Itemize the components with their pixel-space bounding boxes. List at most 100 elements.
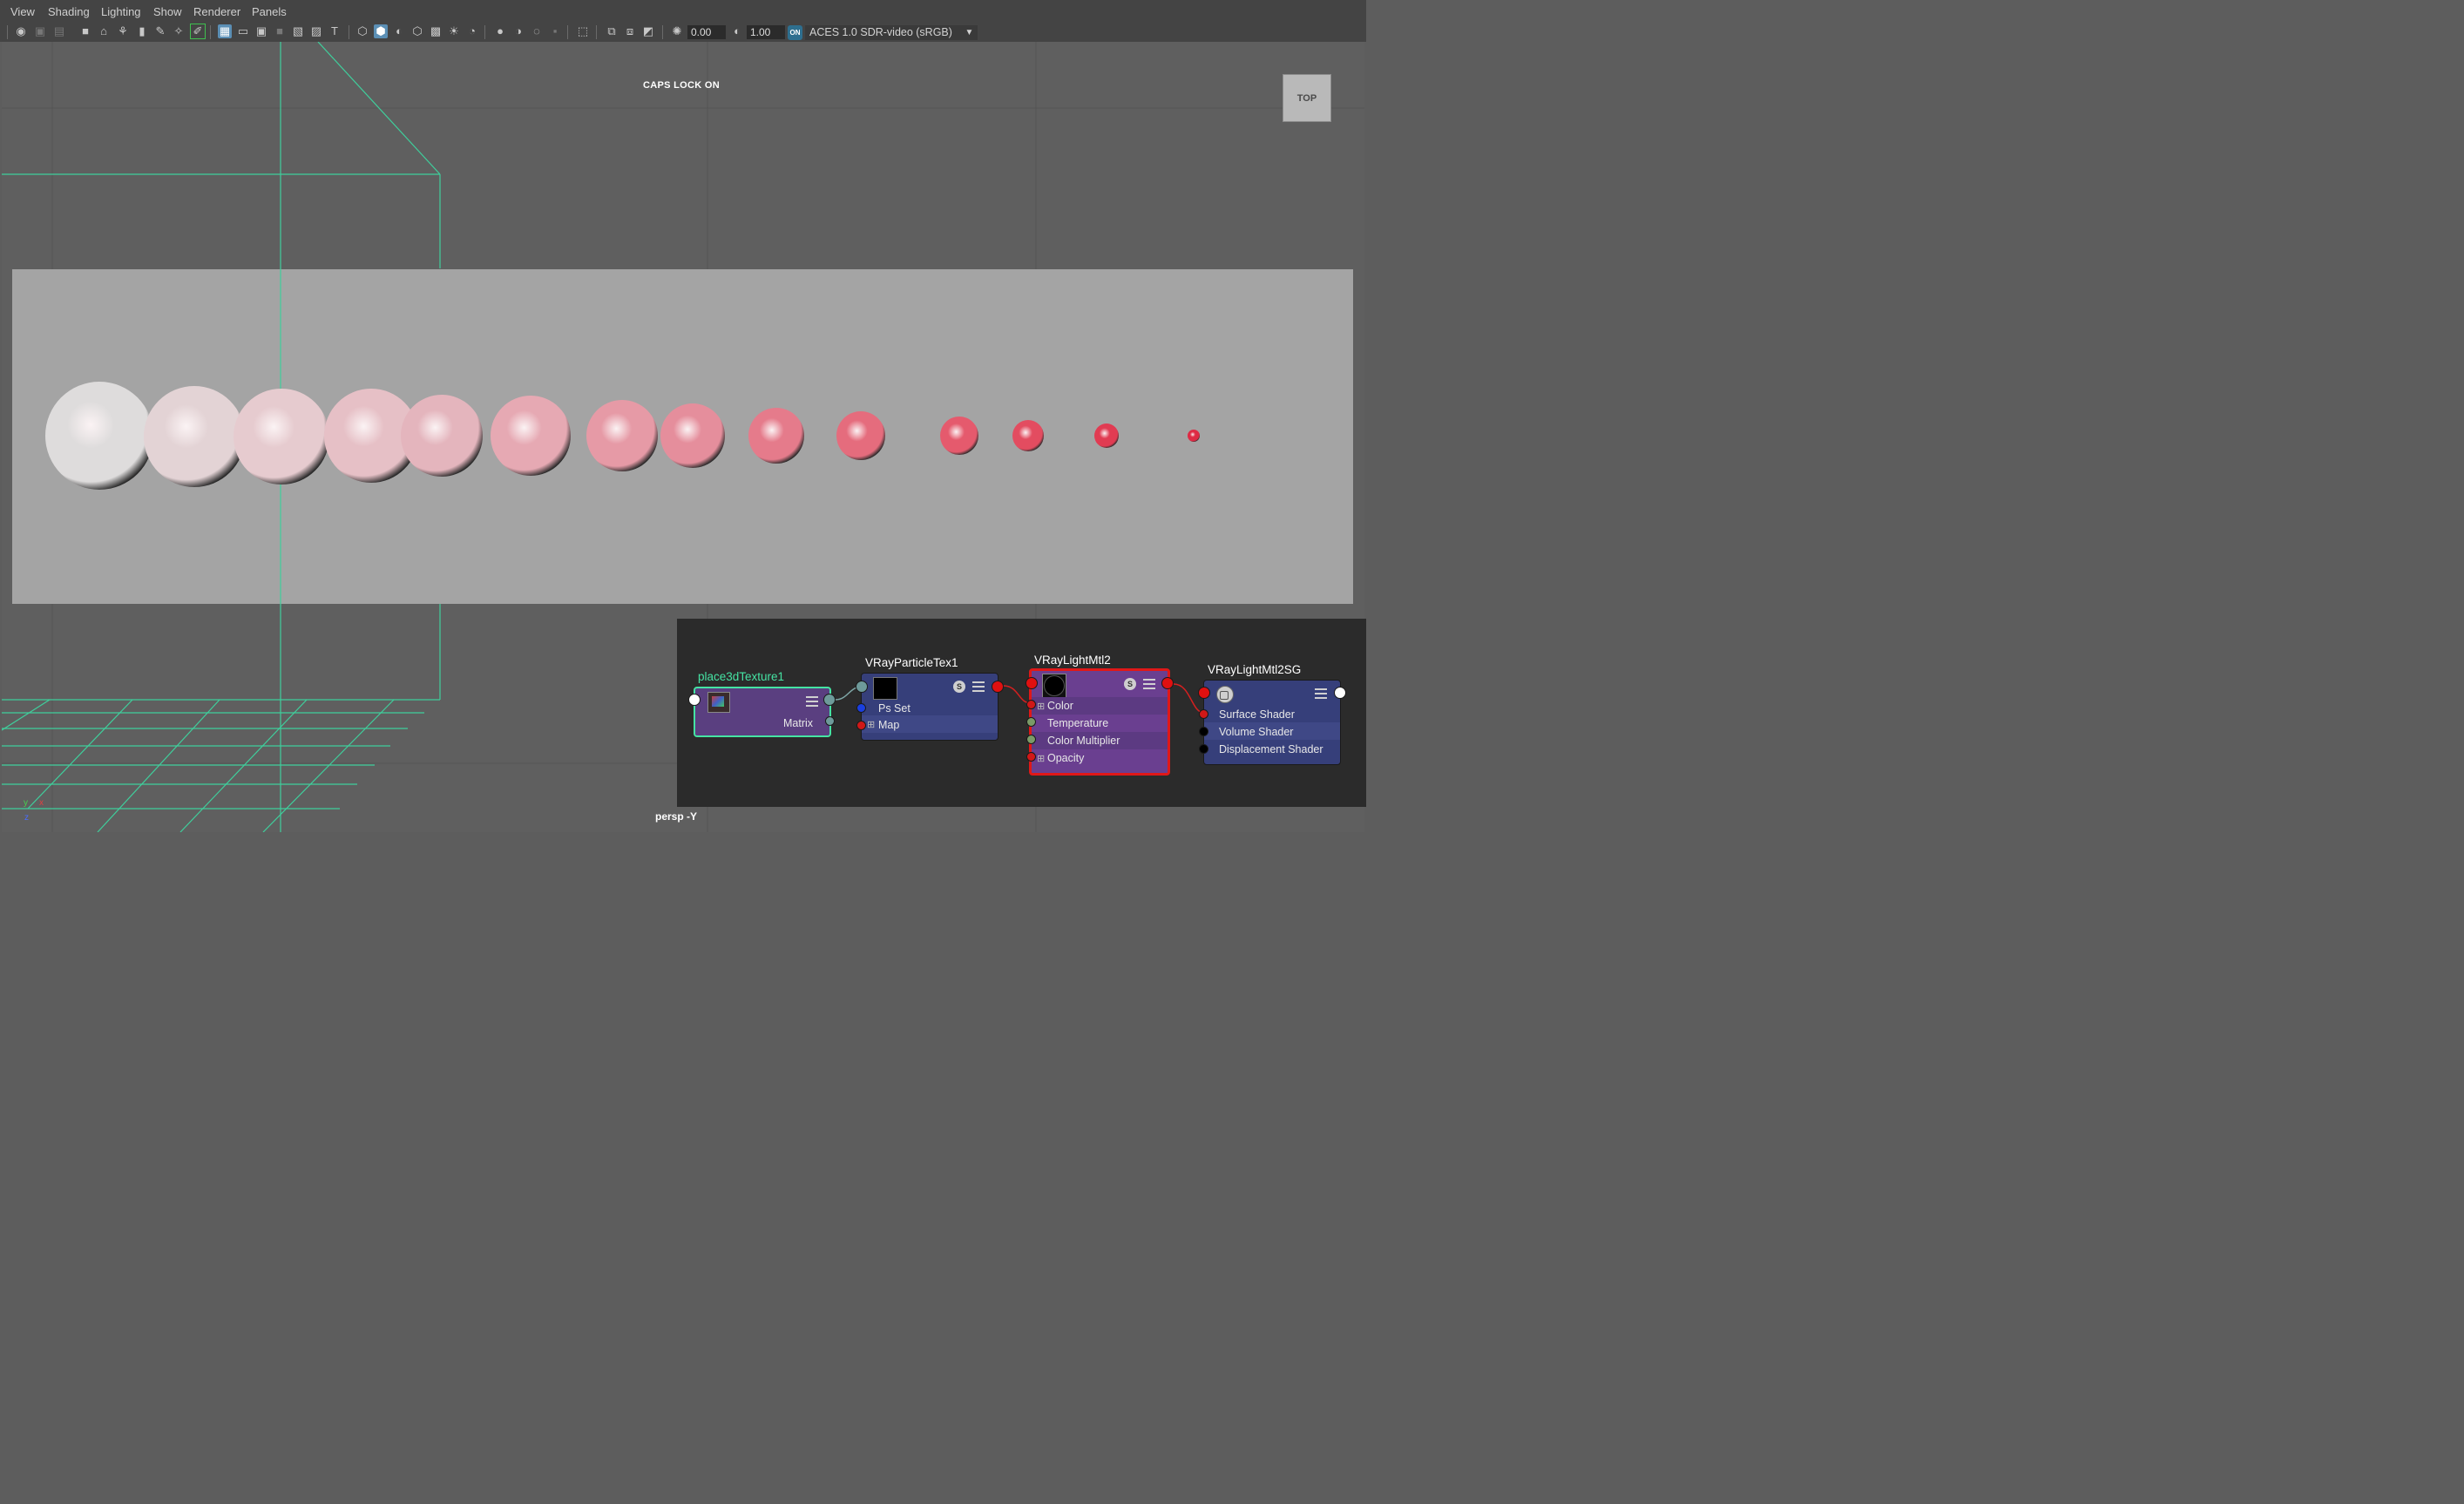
expand-icon[interactable]: ⊞ <box>1037 701 1045 712</box>
output-port[interactable] <box>1161 677 1174 689</box>
toolbar-separator <box>7 25 8 39</box>
shadows-icon[interactable]: ◔ <box>465 24 479 38</box>
swatch-toggle-icon[interactable]: S <box>953 681 965 693</box>
field-chart-icon[interactable]: ▧ <box>291 24 305 38</box>
film-gate-icon[interactable]: ▭ <box>236 24 250 38</box>
node-menu-icon[interactable] <box>806 696 818 707</box>
lock-camera-icon[interactable]: ▣ <box>33 24 47 38</box>
sphere[interactable] <box>748 408 804 464</box>
output-port[interactable] <box>992 681 1004 693</box>
color-port[interactable] <box>1026 700 1036 709</box>
paint-icon[interactable]: ✐ <box>190 24 206 39</box>
place3d-texture-icon <box>707 692 730 713</box>
gate-mask-icon[interactable]: ■ <box>273 24 287 38</box>
sphere[interactable] <box>660 403 725 468</box>
isolate-icon[interactable]: ⬚ <box>576 24 590 38</box>
ps-set-port[interactable] <box>856 703 866 713</box>
camera-track-icon[interactable]: ⚘ <box>116 24 130 38</box>
menu-view[interactable]: View <box>10 5 35 18</box>
smooth-shade-icon[interactable]: ⬢ <box>374 24 388 38</box>
expand-icon[interactable]: ⊞ <box>1037 753 1045 764</box>
surface-shader-port[interactable] <box>1199 709 1208 719</box>
node-editor-panel[interactable]: place3dTexture1 Matrix VRayParticleTex1 … <box>677 619 1366 807</box>
node-menu-icon[interactable] <box>1143 679 1155 689</box>
axis-y-label: y <box>24 798 28 808</box>
node-title-vraylightmtl: VRayLightMtl2 <box>1034 654 1111 667</box>
input-port[interactable] <box>1026 677 1038 689</box>
sphere[interactable] <box>401 395 483 477</box>
camera-attributes-icon[interactable]: ■ <box>78 24 92 38</box>
node-menu-icon[interactable] <box>972 681 985 692</box>
snap-icon[interactable]: ✧ <box>172 24 186 38</box>
resolution-gate-icon[interactable]: ▣ <box>254 24 268 38</box>
gamma-icon[interactable]: ◐ <box>730 24 744 38</box>
bookmarks-icon[interactable]: ▤ <box>52 24 66 38</box>
menu-renderer[interactable]: Renderer <box>193 5 240 18</box>
input-port[interactable] <box>688 694 701 706</box>
matrix-output-port[interactable] <box>825 716 835 726</box>
sphere[interactable] <box>1094 423 1119 448</box>
sphere[interactable] <box>45 382 153 490</box>
volume-shader-port[interactable] <box>1199 727 1208 736</box>
grease-pencil-icon[interactable]: ✎ <box>153 24 167 38</box>
safe-title-icon[interactable]: T <box>328 24 342 38</box>
temperature-port[interactable] <box>1026 717 1036 727</box>
depth-of-field-icon[interactable]: ▪ <box>548 24 562 38</box>
attr-opacity: Opacity <box>1047 752 1085 764</box>
exposure-field[interactable]: 0.00 <box>687 25 726 39</box>
sphere[interactable] <box>144 386 245 487</box>
node-title-shading-group: VRayLightMtl2SG <box>1208 663 1302 676</box>
menu-panels[interactable]: Panels <box>252 5 287 18</box>
output-port[interactable] <box>1334 687 1346 699</box>
sphere[interactable] <box>1188 430 1200 442</box>
xray-components-icon[interactable]: ◩ <box>641 24 655 38</box>
use-lights-icon[interactable]: ☀ <box>447 24 461 38</box>
exposure-icon[interactable]: ✺ <box>670 24 684 38</box>
gamma-field[interactable]: 1.00 <box>747 25 785 39</box>
input-port[interactable] <box>856 681 868 693</box>
sphere[interactable] <box>234 389 329 484</box>
sphere[interactable] <box>940 417 978 455</box>
wireframe-icon[interactable]: ⬡ <box>355 24 369 38</box>
grid-icon[interactable]: ▦ <box>218 24 232 38</box>
camera-tumble-icon[interactable]: ⌂ <box>97 24 111 38</box>
safe-action-icon[interactable]: ▨ <box>309 24 323 38</box>
menu-shading[interactable]: Shading <box>48 5 90 18</box>
node-menu-icon[interactable] <box>1315 688 1327 699</box>
sphere[interactable] <box>1012 420 1044 451</box>
color-management-toggle-icon[interactable]: ON <box>788 25 802 40</box>
menu-lighting[interactable]: Lighting <box>101 5 141 18</box>
textured-icon[interactable]: ▩ <box>429 24 443 38</box>
displacement-shader-port[interactable] <box>1199 744 1208 754</box>
chevron-down-icon[interactable]: ▼ <box>961 25 978 40</box>
node-place3dtexture[interactable]: Matrix <box>694 687 831 737</box>
motion-blur-icon[interactable]: ◑ <box>511 24 525 38</box>
ambient-occlusion-icon[interactable]: ● <box>493 24 507 38</box>
sphere[interactable] <box>586 400 658 471</box>
bookmark-icon[interactable]: ▮ <box>135 24 149 38</box>
sphere[interactable] <box>491 396 571 476</box>
swatch-toggle-icon[interactable]: S <box>1124 678 1136 690</box>
map-port[interactable] <box>856 721 866 730</box>
xray-icon[interactable]: ⧉ <box>605 24 619 38</box>
color-multiplier-port[interactable] <box>1026 735 1036 744</box>
axis-z-label: z <box>24 813 29 823</box>
menu-show[interactable]: Show <box>153 5 182 18</box>
wireframe-on-shaded-icon[interactable]: ⬡ <box>410 24 424 38</box>
expand-icon[interactable]: ⊞ <box>867 719 875 730</box>
opacity-port[interactable] <box>1026 752 1036 762</box>
view-transform-dropdown[interactable]: ACES 1.0 SDR-video (sRGB) <box>805 25 978 40</box>
default-material-icon[interactable]: ◐ <box>392 24 406 38</box>
node-title-vrayparticletex: VRayParticleTex1 <box>865 656 958 669</box>
xray-joints-icon[interactable]: ⧈ <box>623 24 637 38</box>
viewcube[interactable]: TOP <box>1283 74 1331 122</box>
node-vraylightmtl[interactable]: S ⊞ Color Temperature Color Multiplier ⊞… <box>1029 668 1170 776</box>
anti-aliasing-icon[interactable]: ◌ <box>530 24 544 38</box>
input-port[interactable] <box>1198 687 1210 699</box>
node-shading-group[interactable]: Surface Shader Volume Shader Displacemen… <box>1203 680 1341 765</box>
output-port[interactable] <box>823 694 836 706</box>
select-camera-icon[interactable]: ◉ <box>14 24 28 38</box>
sphere[interactable] <box>836 411 885 460</box>
node-vrayparticletex[interactable]: S Ps Set ⊞ Map <box>861 673 998 741</box>
shading-group-icon <box>1216 686 1234 703</box>
